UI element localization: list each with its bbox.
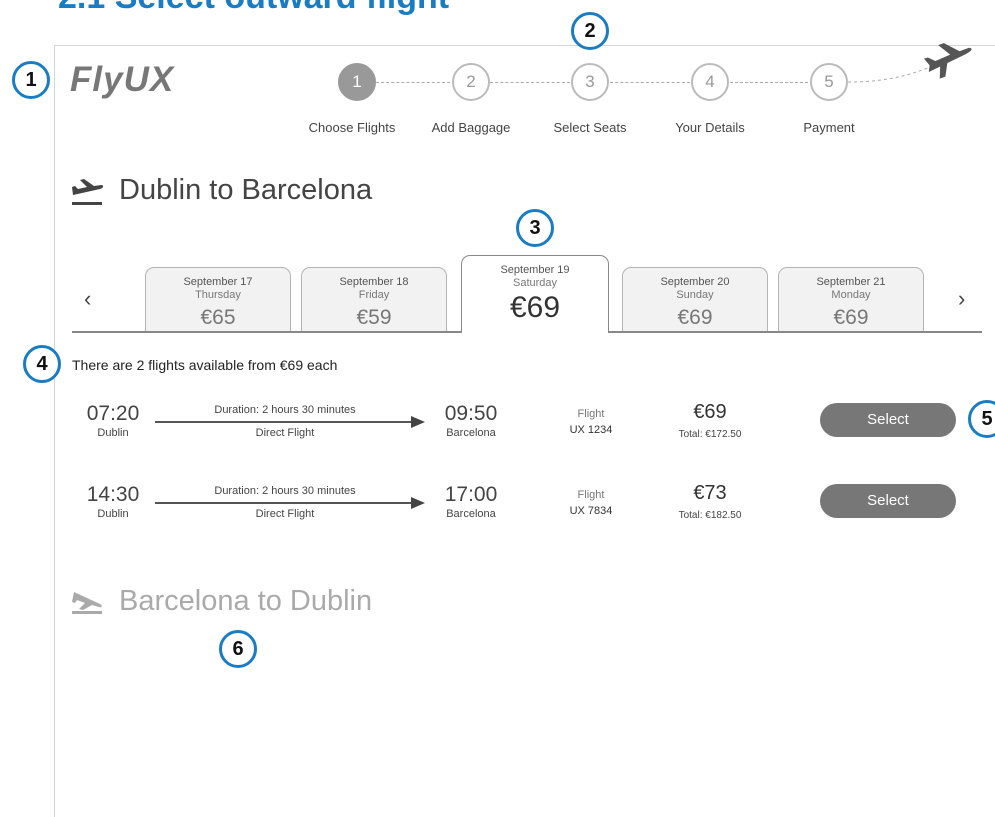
step-4-label: Your Details <box>675 120 745 135</box>
outbound-route-title: Dublin to Barcelona <box>119 174 373 206</box>
return-route-title: Barcelona to Dublin <box>119 585 373 617</box>
tab-date: September 20 <box>660 276 730 288</box>
tab-price: €65 <box>200 306 236 329</box>
page-heading: 2.1 Select outward flight <box>58 0 449 17</box>
date-tab[interactable]: September 18 Friday €59 <box>301 267 447 331</box>
arrive-time: 17:00 <box>444 483 498 506</box>
tabs-baseline-left <box>72 331 461 333</box>
flight-label: Flight <box>577 489 605 501</box>
arrive-city: Barcelona <box>446 427 496 439</box>
flight-total: Total: €182.50 <box>678 510 742 521</box>
tab-price: €69 <box>509 291 561 324</box>
date-tab-selected[interactable]: September 19 Saturday €69 <box>461 255 609 333</box>
tab-price: €59 <box>356 306 392 329</box>
date-tab[interactable]: September 17 Thursday €65 <box>145 267 291 331</box>
tab-date: September 21 <box>816 276 886 288</box>
step-connector <box>376 82 450 83</box>
tab-day: Monday <box>831 289 871 301</box>
step-connector <box>610 82 690 83</box>
step-connector <box>490 82 570 83</box>
annotation-badge-5: 5 <box>968 400 995 438</box>
flight-line <box>155 421 411 423</box>
logo[interactable]: FlyUX <box>70 60 174 100</box>
annotation-badge-1: 1 <box>12 61 50 99</box>
flight-price: €69 <box>693 401 727 423</box>
prev-dates-button[interactable]: ‹ <box>84 286 91 312</box>
step-5-label: Payment <box>803 120 855 135</box>
availability-text: There are 2 flights available from €69 e… <box>72 357 338 373</box>
flight-duration: Duration: 2 hours 30 minutes <box>214 404 356 416</box>
date-tab[interactable]: September 21 Monday €69 <box>778 267 924 331</box>
tab-price: €69 <box>833 306 869 329</box>
select-flight-button[interactable]: Select <box>820 484 956 518</box>
depart-time: 14:30 <box>86 483 140 506</box>
arrive-time: 09:50 <box>444 402 498 425</box>
step-1-label: Choose Flights <box>308 120 396 135</box>
flight-total: Total: €172.50 <box>678 429 742 440</box>
tab-price: €69 <box>677 306 713 329</box>
tab-date: September 17 <box>183 276 253 288</box>
select-flight-button[interactable]: Select <box>820 403 956 437</box>
step-1-circle[interactable]: 1 <box>338 63 376 101</box>
annotation-badge-4: 4 <box>23 345 61 383</box>
depart-time: 07:20 <box>86 402 140 425</box>
flight-price: €73 <box>693 482 727 504</box>
landing-icon <box>72 592 102 614</box>
annotation-badge-3: 3 <box>516 209 554 247</box>
step-connector <box>730 82 808 83</box>
annotation-badge-6: 6 <box>219 630 257 668</box>
airplane-icon <box>924 43 972 79</box>
flight-number: UX 1234 <box>569 424 613 436</box>
tabs-baseline-right <box>609 331 982 333</box>
flight-number: UX 7834 <box>569 505 613 517</box>
frame-left-border <box>54 45 55 817</box>
flight-line <box>155 502 411 504</box>
flight-duration: Duration: 2 hours 30 minutes <box>214 485 356 497</box>
step-5-circle[interactable]: 5 <box>810 63 848 101</box>
arrive-city: Barcelona <box>446 508 496 520</box>
flight-type: Direct Flight <box>255 427 315 439</box>
tab-day: Sunday <box>676 289 714 301</box>
tab-day: Thursday <box>195 289 241 301</box>
tab-day: Friday <box>358 289 390 301</box>
next-dates-button[interactable]: › <box>958 286 965 312</box>
date-tab[interactable]: September 20 Sunday €69 <box>622 267 768 331</box>
depart-city: Dublin <box>97 427 129 439</box>
depart-city: Dublin <box>97 508 129 520</box>
takeoff-icon <box>72 179 104 205</box>
flight-type: Direct Flight <box>255 508 315 520</box>
step-4-circle[interactable]: 4 <box>691 63 729 101</box>
tab-day: Saturday <box>512 277 558 289</box>
tab-date: September 18 <box>339 276 409 288</box>
step-3-circle[interactable]: 3 <box>571 63 609 101</box>
flight-label: Flight <box>577 408 605 420</box>
step-2-label: Add Baggage <box>431 120 511 135</box>
step-2-circle[interactable]: 2 <box>452 63 490 101</box>
step-3-label: Select Seats <box>553 120 627 135</box>
annotation-badge-2: 2 <box>571 12 609 50</box>
tab-date: September 19 <box>500 264 570 276</box>
